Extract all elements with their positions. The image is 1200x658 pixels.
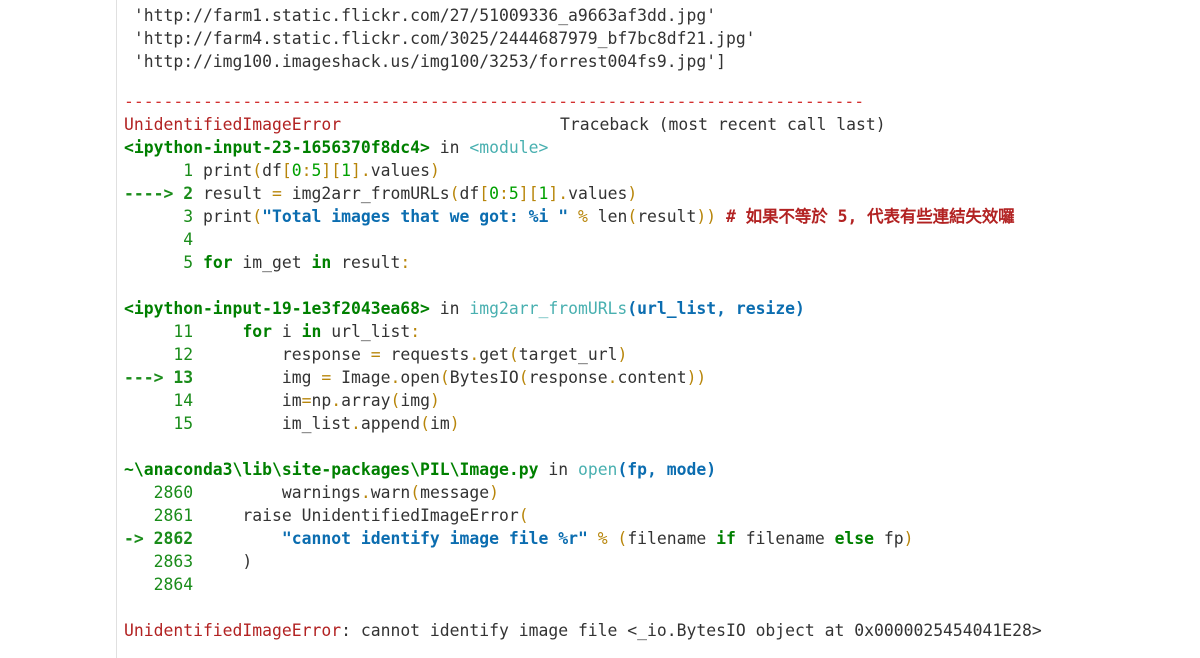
code-line-current: ---> 13 img = Image.open(BytesIO(respons… (124, 368, 707, 387)
traceback-header: Traceback (most recent call last) (560, 115, 886, 134)
frame-args: (fp, mode) (617, 460, 717, 479)
frame-file: <ipython-input-19-1e3f2043ea68> (124, 299, 430, 318)
final-error-message: : cannot identify image file <_io.BytesI… (341, 621, 1042, 640)
cell-output: 'http://farm1.static.flickr.com/27/51009… (124, 0, 1194, 658)
final-error: UnidentifiedImageError: cannot identify … (124, 619, 1042, 642)
list-line: 'http://farm4.static.flickr.com/3025/244… (124, 29, 756, 48)
frame-header: ~\anaconda3\lib\site-packages\PIL\Image.… (124, 460, 717, 479)
traceback-header-row: UnidentifiedImageError Traceback (most re… (124, 113, 886, 136)
code-line: 15 im_list.append(im) (124, 414, 460, 433)
code-line: 1 print(df[0:5][1].values) (124, 161, 440, 180)
code-line: 2863 ) (124, 552, 253, 571)
code-line: 5 for im_get in result: (124, 253, 411, 272)
frame-file: <ipython-input-23-1656370f8dc4> (124, 138, 430, 157)
code-line: 4 (124, 230, 203, 249)
frame-header: <ipython-input-23-1656370f8dc4> in <modu… (124, 138, 549, 157)
list-line: 'http://img100.imageshack.us/img100/3253… (124, 52, 726, 71)
code-line: 14 im=np.array(img) (124, 391, 440, 410)
frame-func: img2arr_fromURLs (469, 299, 628, 318)
code-line-current: -> 2862 "cannot identify image file %r" … (124, 529, 914, 548)
frame-args: (url_list, resize) (627, 299, 805, 318)
frame-func: open (577, 460, 618, 479)
list-line: 'http://farm1.static.flickr.com/27/51009… (124, 6, 717, 25)
cell-gutter (0, 0, 117, 658)
code-line: 12 response = requests.get(target_url) (124, 345, 628, 364)
traceback-rule: ----------------------------------------… (124, 92, 865, 111)
code-line-current: ----> 2 result = img2arr_fromURLs(df[0:5… (124, 184, 638, 203)
frame-file: ~\anaconda3\lib\site-packages\PIL\Image.… (124, 460, 539, 479)
frame-header: <ipython-input-19-1e3f2043ea68> in img2a… (124, 299, 805, 318)
error-name: UnidentifiedImageError (124, 115, 342, 134)
code-line: 2861 raise UnidentifiedImageError( (124, 506, 529, 525)
code-line: 3 print("Total images that we got: %i " … (124, 207, 1015, 226)
code-line: 2864 (124, 575, 203, 594)
code-line: 11 for i in url_list: (124, 322, 421, 341)
final-error-name: UnidentifiedImageError (124, 621, 342, 640)
code-line: 2860 warnings.warn(message) (124, 483, 500, 502)
frame-func: <module> (469, 138, 549, 157)
